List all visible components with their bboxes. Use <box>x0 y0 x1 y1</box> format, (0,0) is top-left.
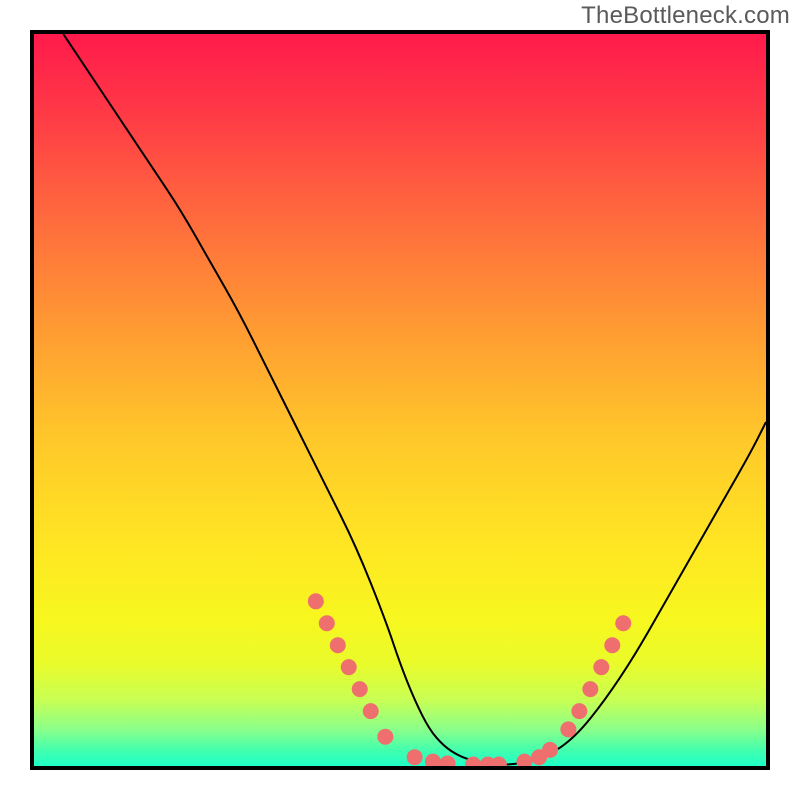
data-marker <box>363 703 379 719</box>
data-marker <box>604 637 620 653</box>
watermark-text: TheBottleneck.com <box>581 2 790 30</box>
data-marker <box>582 681 598 697</box>
plot-svg <box>34 34 766 766</box>
data-marker <box>352 681 368 697</box>
data-marker <box>319 615 335 631</box>
chart-frame: TheBottleneck.com <box>0 0 800 800</box>
data-marker <box>615 615 631 631</box>
data-marker <box>377 729 393 745</box>
data-marker <box>330 637 346 653</box>
data-marker <box>593 659 609 675</box>
data-marker <box>560 721 576 737</box>
data-marker <box>542 742 558 758</box>
data-marker <box>571 703 587 719</box>
plot-background <box>34 34 766 766</box>
data-marker <box>308 593 324 609</box>
plot-border <box>30 30 770 770</box>
data-marker <box>407 749 423 765</box>
data-marker <box>341 659 357 675</box>
